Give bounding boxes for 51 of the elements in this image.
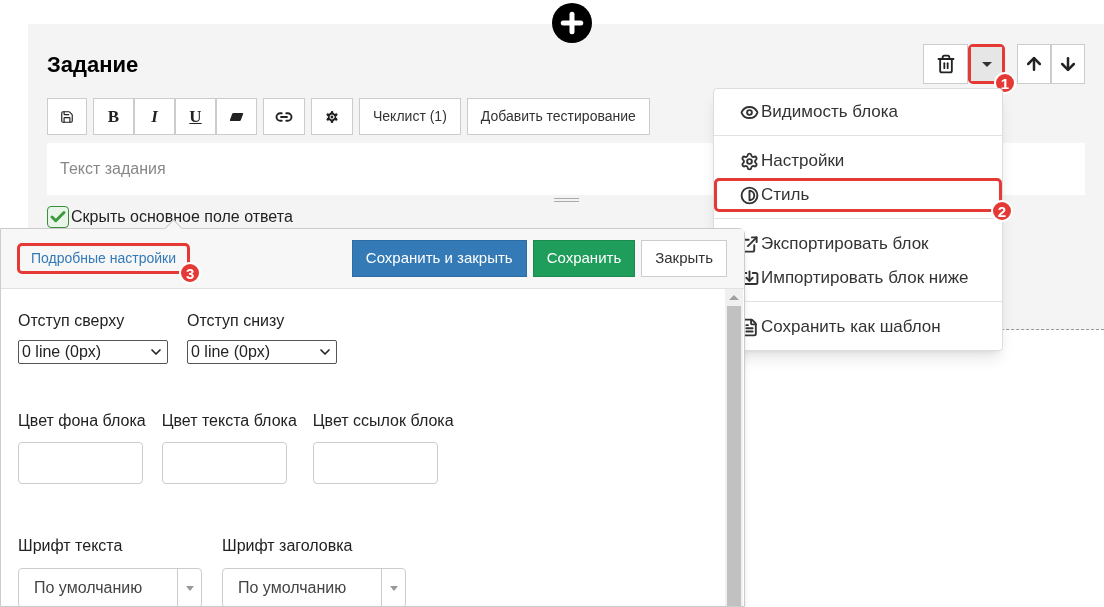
field-label: Цвет текста блока bbox=[161, 411, 297, 431]
link-button[interactable] bbox=[263, 98, 305, 135]
add-block-icon[interactable] bbox=[552, 3, 592, 43]
format-button[interactable]: U bbox=[175, 98, 216, 135]
caret-icon bbox=[389, 585, 398, 591]
scrollbar[interactable] bbox=[725, 289, 743, 606]
caret-icon bbox=[981, 61, 992, 67]
field-label: Отступ сверху bbox=[18, 311, 126, 331]
select-field[interactable]: 0 line (0px) bbox=[18, 340, 168, 364]
select-field[interactable]: По умолчанию bbox=[18, 568, 202, 607]
caret-icon bbox=[185, 585, 194, 591]
toolbar-button[interactable]: Добавить тестирование bbox=[466, 98, 650, 135]
color-field[interactable] bbox=[161, 442, 287, 484]
field-label: Шрифт текста bbox=[18, 536, 124, 556]
color-field[interactable] bbox=[312, 442, 438, 484]
dialog-button[interactable]: Сохранить и закрыть bbox=[351, 240, 527, 277]
field-label: Шрифт заголовка bbox=[222, 536, 354, 556]
save-icon bbox=[60, 109, 74, 124]
toolbar-button[interactable]: Чеклист (1) bbox=[359, 98, 461, 135]
field-label: Цвет фона блока bbox=[18, 411, 146, 431]
trash-icon bbox=[935, 54, 956, 74]
block-title: Задание bbox=[47, 50, 139, 79]
eraser-icon bbox=[229, 112, 244, 121]
menu-item-icon bbox=[740, 151, 759, 171]
field-label: Отступ снизу bbox=[187, 311, 286, 331]
checkbox-label: Скрыть основное поле ответа bbox=[71, 208, 293, 226]
format-button[interactable]: I bbox=[134, 98, 175, 135]
menu-item[interactable]: Видимость блока bbox=[717, 98, 999, 126]
checkbox[interactable] bbox=[47, 206, 69, 228]
menu-item[interactable]: Стиль bbox=[717, 181, 999, 209]
eraser-button[interactable] bbox=[216, 98, 257, 135]
arrow-down-icon bbox=[1058, 54, 1078, 74]
arrow-up-icon bbox=[1024, 54, 1044, 74]
dialog-button[interactable]: Закрыть bbox=[641, 240, 727, 277]
gear-icon bbox=[324, 108, 340, 125]
select-field[interactable]: По умолчанию bbox=[222, 568, 406, 607]
field-label: Цвет ссылок блока bbox=[312, 411, 454, 431]
menu-item-icon bbox=[740, 185, 759, 205]
save-button[interactable] bbox=[47, 98, 87, 135]
resize-handle-icon[interactable] bbox=[553, 198, 579, 202]
menu-item[interactable]: Настройки bbox=[717, 147, 999, 175]
move-down-button[interactable] bbox=[1051, 44, 1085, 84]
color-field[interactable] bbox=[18, 442, 143, 484]
delete-button[interactable] bbox=[923, 44, 968, 84]
select-field[interactable]: 0 line (0px) bbox=[187, 340, 337, 364]
callout-badge: 2 bbox=[991, 200, 1013, 222]
settings-button[interactable] bbox=[311, 98, 353, 135]
detailed-settings-link[interactable]: Подробные настройки bbox=[20, 246, 188, 271]
callout-badge: 3 bbox=[179, 262, 202, 284]
move-up-button[interactable] bbox=[1017, 44, 1051, 84]
format-button[interactable]: B bbox=[93, 98, 134, 135]
